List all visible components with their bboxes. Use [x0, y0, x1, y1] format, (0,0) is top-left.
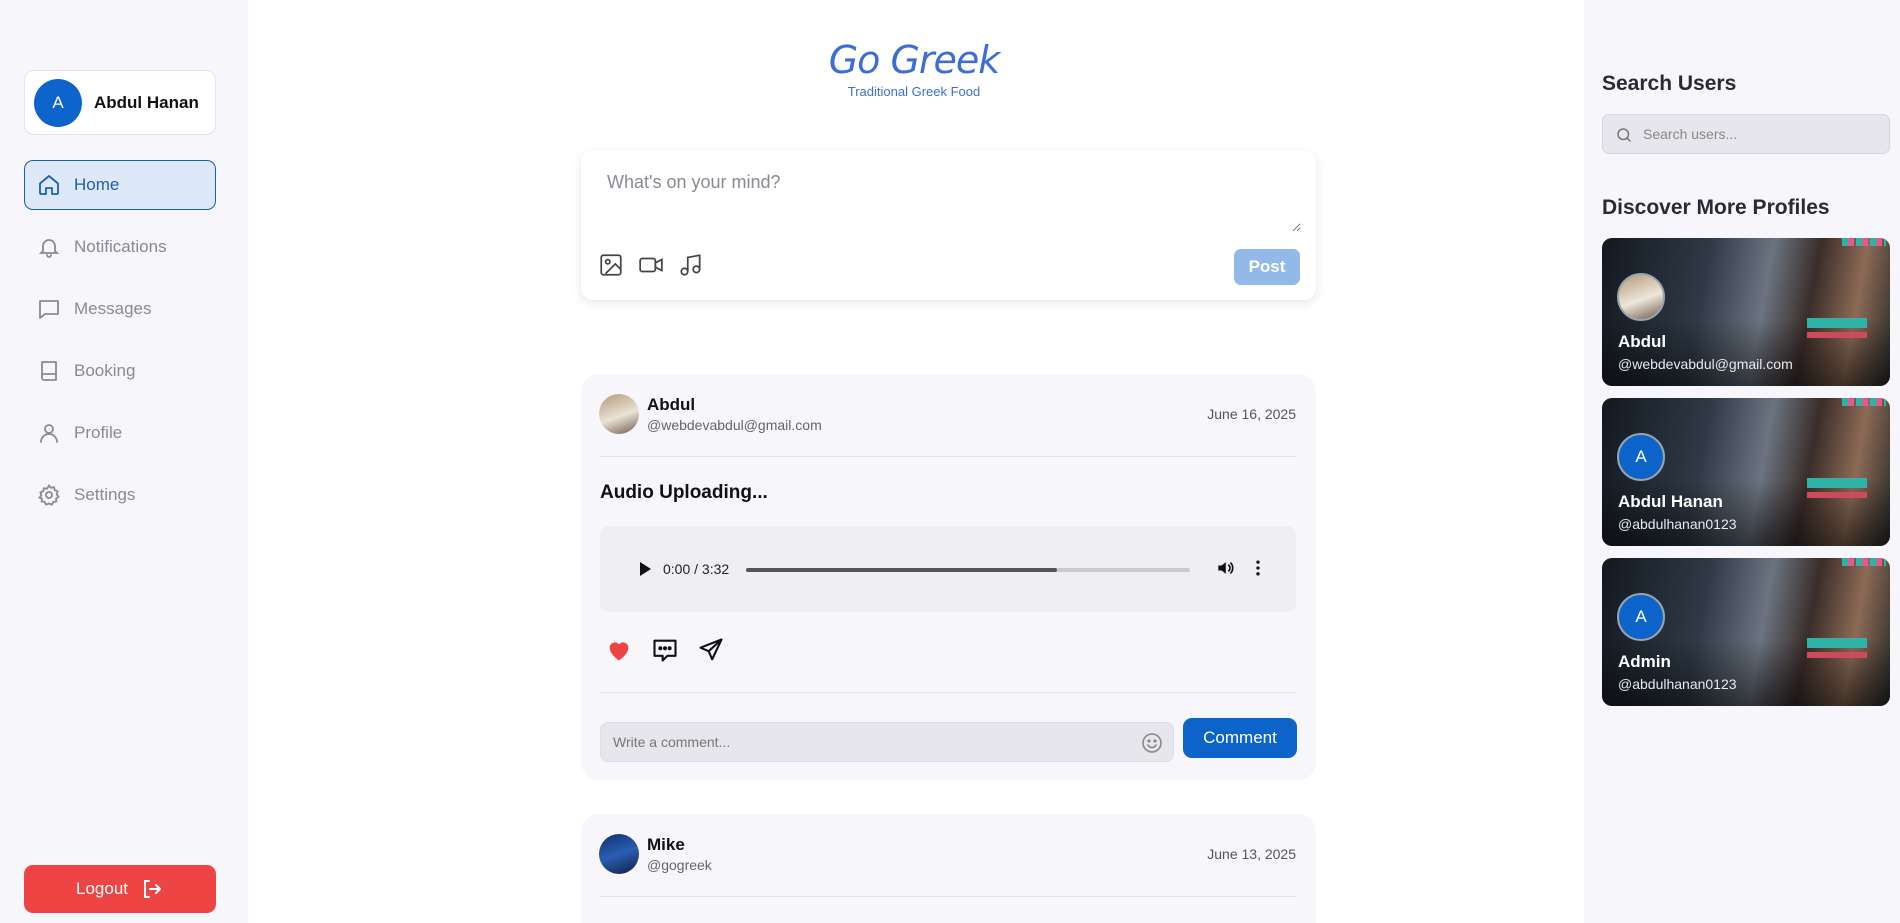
search-users-title: Search Users — [1602, 72, 1737, 95]
post-textarea[interactable] — [597, 162, 1301, 232]
brand-logo: Go Greek Traditional Greek Food — [216, 38, 1612, 99]
avatar: A — [1617, 433, 1665, 481]
nav-item-settings[interactable]: Settings — [24, 470, 216, 520]
gear-icon — [38, 483, 60, 506]
search-icon — [1617, 128, 1631, 142]
discover-title: Discover More Profiles — [1602, 196, 1830, 219]
profile-card[interactable]: Abdul @webdevabdul@gmail.com — [1602, 238, 1890, 386]
card-decoration — [1807, 318, 1867, 328]
card-decoration — [1842, 398, 1886, 406]
right-panel: Search Users Discover More Profiles Abdu… — [1584, 0, 1900, 923]
audio-player: 0:00 / 3:32 — [600, 526, 1296, 612]
emoji-icon[interactable] — [1140, 731, 1164, 755]
profile-name: Admin — [1618, 652, 1671, 671]
logout-icon — [144, 880, 161, 898]
book-icon — [41, 361, 57, 381]
comment-icon[interactable] — [651, 636, 679, 664]
author-handle: @gogreek — [647, 857, 712, 873]
post-author[interactable]: Abdul @webdevabdul@gmail.com — [599, 394, 822, 434]
profile-handle: @abdulhanan0123 — [1618, 516, 1737, 532]
post-actions — [605, 636, 725, 664]
post-button[interactable]: Post — [1234, 249, 1300, 285]
profile-card[interactable]: A Abdul Hanan @abdulhanan0123 — [1602, 398, 1890, 546]
play-icon[interactable] — [638, 561, 652, 577]
logout-button[interactable]: Logout — [24, 865, 216, 913]
current-user-card[interactable]: A Abdul Hanan — [24, 70, 216, 135]
music-icon[interactable] — [678, 252, 704, 278]
card-decoration — [1842, 238, 1886, 246]
main-nav: Home Notifications Messages Booking Prof… — [24, 160, 216, 532]
audio-progress-fill — [746, 568, 1057, 572]
divider — [599, 692, 1296, 693]
brand-title: Go Greek — [828, 38, 1001, 82]
profile-handle: @abdulhanan0123 — [1618, 676, 1737, 692]
heart-icon[interactable] — [605, 636, 633, 664]
profile-card[interactable]: A Admin @abdulhanan0123 — [1602, 558, 1890, 706]
send-icon[interactable] — [697, 636, 725, 664]
avatar: A — [34, 78, 82, 127]
brand-subtitle: Traditional Greek Food — [847, 84, 981, 99]
nav-item-notifications[interactable]: Notifications — [24, 222, 216, 272]
left-sidebar: A Abdul Hanan Home Notifications Message… — [0, 0, 248, 923]
user-name: Abdul Hanan — [94, 92, 199, 112]
author-handle: @webdevabdul@gmail.com — [647, 417, 822, 433]
profile-handle: @webdevabdul@gmail.com — [1618, 356, 1793, 372]
post-text: Audio Uploading... — [600, 482, 768, 503]
profile-name: Abdul Hanan — [1618, 492, 1723, 511]
audio-progress-bar[interactable] — [746, 568, 1190, 572]
volume-icon[interactable] — [1215, 558, 1235, 578]
user-search — [1602, 114, 1890, 154]
avatar — [1617, 273, 1665, 321]
post-author[interactable]: Mike @gogreek — [599, 834, 712, 874]
more-vertical-icon[interactable] — [1248, 558, 1268, 578]
nav-item-messages[interactable]: Messages — [24, 284, 216, 334]
author-name: Mike — [647, 835, 685, 854]
author-avatar — [599, 834, 639, 874]
card-decoration — [1807, 478, 1867, 488]
comment-button[interactable]: Comment — [1183, 718, 1297, 758]
nav-item-home[interactable]: Home — [24, 160, 216, 210]
home-icon — [39, 175, 59, 195]
nav-label: Profile — [74, 423, 123, 442]
card-decoration — [1807, 332, 1867, 338]
nav-item-booking[interactable]: Booking — [24, 346, 216, 396]
card-decoration — [1807, 638, 1867, 648]
card-decoration — [1842, 558, 1886, 566]
user-icon — [40, 424, 58, 443]
nav-label: Notifications — [74, 237, 167, 256]
search-input[interactable] — [1643, 115, 1883, 153]
image-icon[interactable] — [598, 252, 624, 278]
audio-time: 0:00 / 3:32 — [663, 561, 730, 577]
bell-icon — [38, 239, 60, 258]
nav-label: Home — [74, 175, 120, 194]
post-date: June 16, 2025 — [1207, 406, 1296, 422]
post-composer: Post — [581, 150, 1316, 300]
message-icon — [39, 300, 59, 319]
nav-label: Messages — [74, 299, 152, 318]
card-decoration — [1807, 652, 1867, 658]
nav-label: Booking — [74, 361, 136, 380]
avatar: A — [1617, 593, 1665, 641]
post-card: Abdul @webdevabdul@gmail.com June 16, 20… — [581, 374, 1316, 780]
logout-label: Logout — [76, 879, 128, 898]
post-card: Mike @gogreek June 13, 2025 — [581, 814, 1316, 923]
comment-input[interactable] — [600, 722, 1174, 762]
video-icon[interactable] — [638, 252, 664, 278]
profile-name: Abdul — [1618, 332, 1667, 351]
composer-attachments — [598, 252, 704, 278]
post-date: June 13, 2025 — [1207, 846, 1296, 862]
nav-label: Settings — [74, 485, 136, 504]
author-avatar — [599, 394, 639, 434]
nav-item-profile[interactable]: Profile — [24, 408, 216, 458]
card-decoration — [1807, 492, 1867, 498]
author-name: Abdul — [647, 395, 696, 414]
divider — [599, 456, 1296, 457]
divider — [599, 896, 1296, 897]
main-feed: Go Greek Traditional Greek Food Post Abd… — [248, 0, 1584, 923]
